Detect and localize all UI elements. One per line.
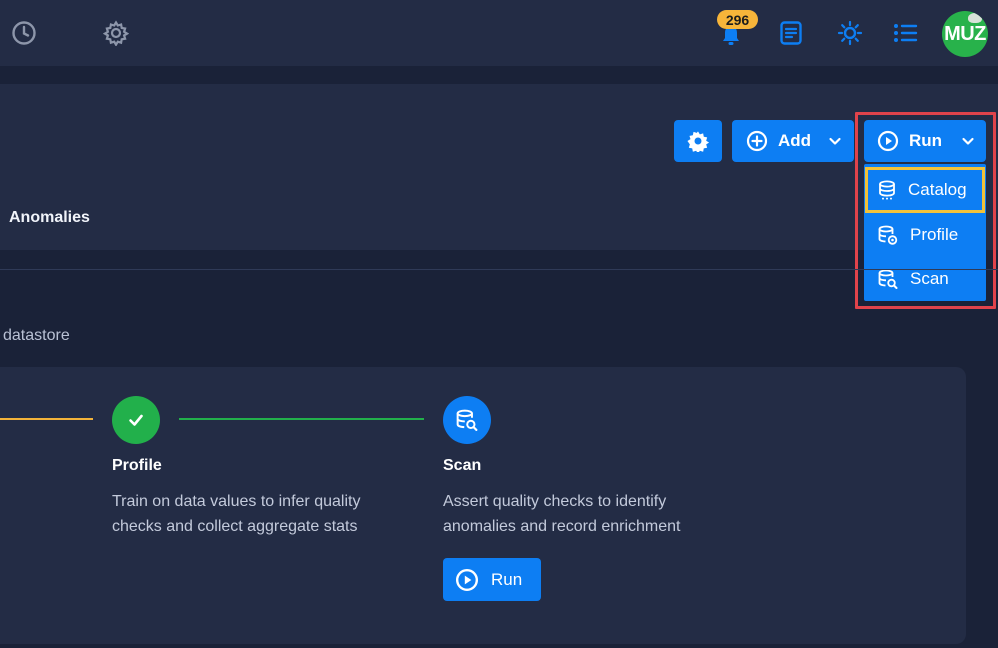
notification-badge: 296 bbox=[717, 10, 758, 29]
step-title-profile: Profile bbox=[112, 457, 162, 474]
add-button-label: Add bbox=[778, 131, 812, 150]
settings-button[interactable] bbox=[674, 120, 722, 162]
gear-icon[interactable] bbox=[102, 19, 130, 47]
datastore-header bbox=[0, 84, 998, 250]
play-circle-icon bbox=[455, 568, 479, 591]
tab-anomalies[interactable]: Anomalies bbox=[9, 209, 90, 227]
list-icon[interactable] bbox=[891, 19, 919, 47]
step-description-profile: Train on data values to infer quality ch… bbox=[112, 493, 361, 535]
avatar-initials: MUZ bbox=[944, 22, 986, 45]
theme-sun-icon[interactable] bbox=[836, 19, 864, 47]
scan-run-button[interactable]: Run bbox=[443, 558, 541, 601]
add-button[interactable]: Add bbox=[732, 120, 854, 162]
progress-line-completed bbox=[0, 418, 93, 420]
top-bar: 296 MUZ bbox=[0, 0, 998, 66]
step-description-scan: Assert quality checks to identify anomal… bbox=[443, 493, 681, 535]
clock-icon[interactable] bbox=[10, 19, 38, 47]
check-icon bbox=[129, 414, 143, 426]
document-icon[interactable] bbox=[777, 19, 805, 47]
step-profile-status bbox=[112, 396, 160, 444]
scan-run-button-label: Run bbox=[491, 569, 523, 589]
step-scan-status bbox=[443, 396, 491, 444]
highlight-catalog-item bbox=[865, 167, 985, 213]
user-avatar[interactable]: MUZ bbox=[942, 11, 988, 57]
plus-circle-icon bbox=[746, 130, 768, 152]
gear-icon bbox=[687, 131, 709, 152]
page-subtitle: datastore bbox=[3, 327, 70, 344]
database-scan-icon bbox=[456, 409, 478, 431]
chevron-down-icon bbox=[829, 137, 841, 145]
step-title-scan: Scan bbox=[443, 457, 482, 474]
progress-line-profile-scan bbox=[179, 418, 424, 420]
section-divider bbox=[0, 269, 998, 270]
